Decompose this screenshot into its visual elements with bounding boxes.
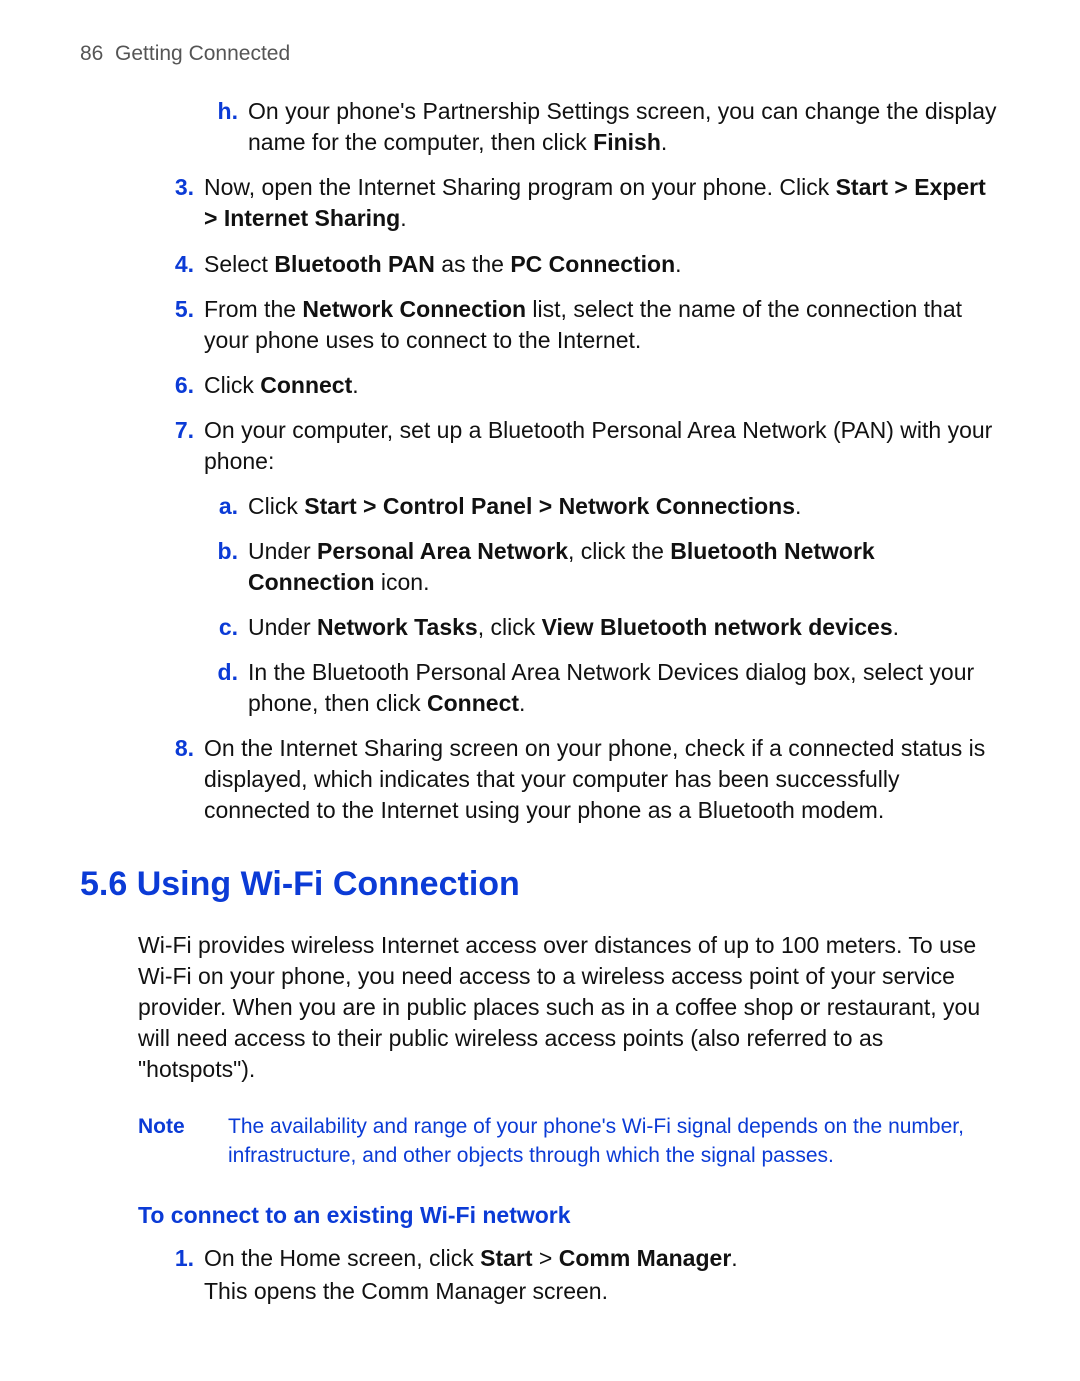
step-marker: 1. <box>170 1243 204 1307</box>
step-body: From the Network Connection list, select… <box>204 294 1000 356</box>
step-h: h. On your phone's Partnership Settings … <box>216 96 1000 158</box>
step-marker: c. <box>216 612 248 643</box>
step-body: Under Personal Area Network, click the B… <box>248 536 1000 598</box>
section-heading: 5.6 Using Wi-Fi Connection <box>80 862 1000 908</box>
step-7d: d. In the Bluetooth Personal Area Networ… <box>216 657 1000 719</box>
step-marker: a. <box>216 491 248 522</box>
step-body: On your phone's Partnership Settings scr… <box>248 96 1000 158</box>
step-marker: 3. <box>170 172 204 234</box>
section-intro: Wi-Fi provides wireless Internet access … <box>138 930 1000 1085</box>
wifi-step-1: 1. On the Home screen, click Start > Com… <box>170 1243 1000 1307</box>
step-body: On your computer, set up a Bluetooth Per… <box>204 415 1000 477</box>
step-3: 3. Now, open the Internet Sharing progra… <box>170 172 1000 234</box>
step-body: Now, open the Internet Sharing program o… <box>204 172 1000 234</box>
step-7b: b. Under Personal Area Network, click th… <box>216 536 1000 598</box>
step-7c: c. Under Network Tasks, click View Bluet… <box>216 612 1000 643</box>
note-block: Note The availability and range of your … <box>138 1113 1000 1170</box>
step-body: In the Bluetooth Personal Area Network D… <box>248 657 1000 719</box>
note-label: Note <box>138 1113 228 1170</box>
step-body: Click Start > Control Panel > Network Co… <box>248 491 1000 522</box>
step-7: 7. On your computer, set up a Bluetooth … <box>170 415 1000 477</box>
step-marker: b. <box>216 536 248 598</box>
step-body: Under Network Tasks, click View Bluetoot… <box>248 612 1000 643</box>
step-body: Select Bluetooth PAN as the PC Connectio… <box>204 249 1000 280</box>
step-marker: 8. <box>170 733 204 826</box>
note-body: The availability and range of your phone… <box>228 1113 1000 1170</box>
step-body: On the Home screen, click Start > Comm M… <box>204 1243 1000 1307</box>
step-body: On the Internet Sharing screen on your p… <box>204 733 1000 826</box>
step-marker: 5. <box>170 294 204 356</box>
step-body: Click Connect. <box>204 370 1000 401</box>
page-header: 86 Getting Connected <box>80 40 1000 68</box>
step-marker: 7. <box>170 415 204 477</box>
step-8: 8. On the Internet Sharing screen on you… <box>170 733 1000 826</box>
step-7a: a. Click Start > Control Panel > Network… <box>216 491 1000 522</box>
page-number: 86 <box>80 42 103 65</box>
step-marker: 4. <box>170 249 204 280</box>
step-marker: d. <box>216 657 248 719</box>
sub-heading: To connect to an existing Wi-Fi network <box>138 1200 1000 1231</box>
step-marker: 6. <box>170 370 204 401</box>
step-6: 6. Click Connect. <box>170 370 1000 401</box>
chapter-title: Getting Connected <box>115 42 290 65</box>
step-marker: h. <box>216 96 248 158</box>
step-5: 5. From the Network Connection list, sel… <box>170 294 1000 356</box>
step-4: 4. Select Bluetooth PAN as the PC Connec… <box>170 249 1000 280</box>
step-subline: This opens the Comm Manager screen. <box>204 1276 1000 1307</box>
